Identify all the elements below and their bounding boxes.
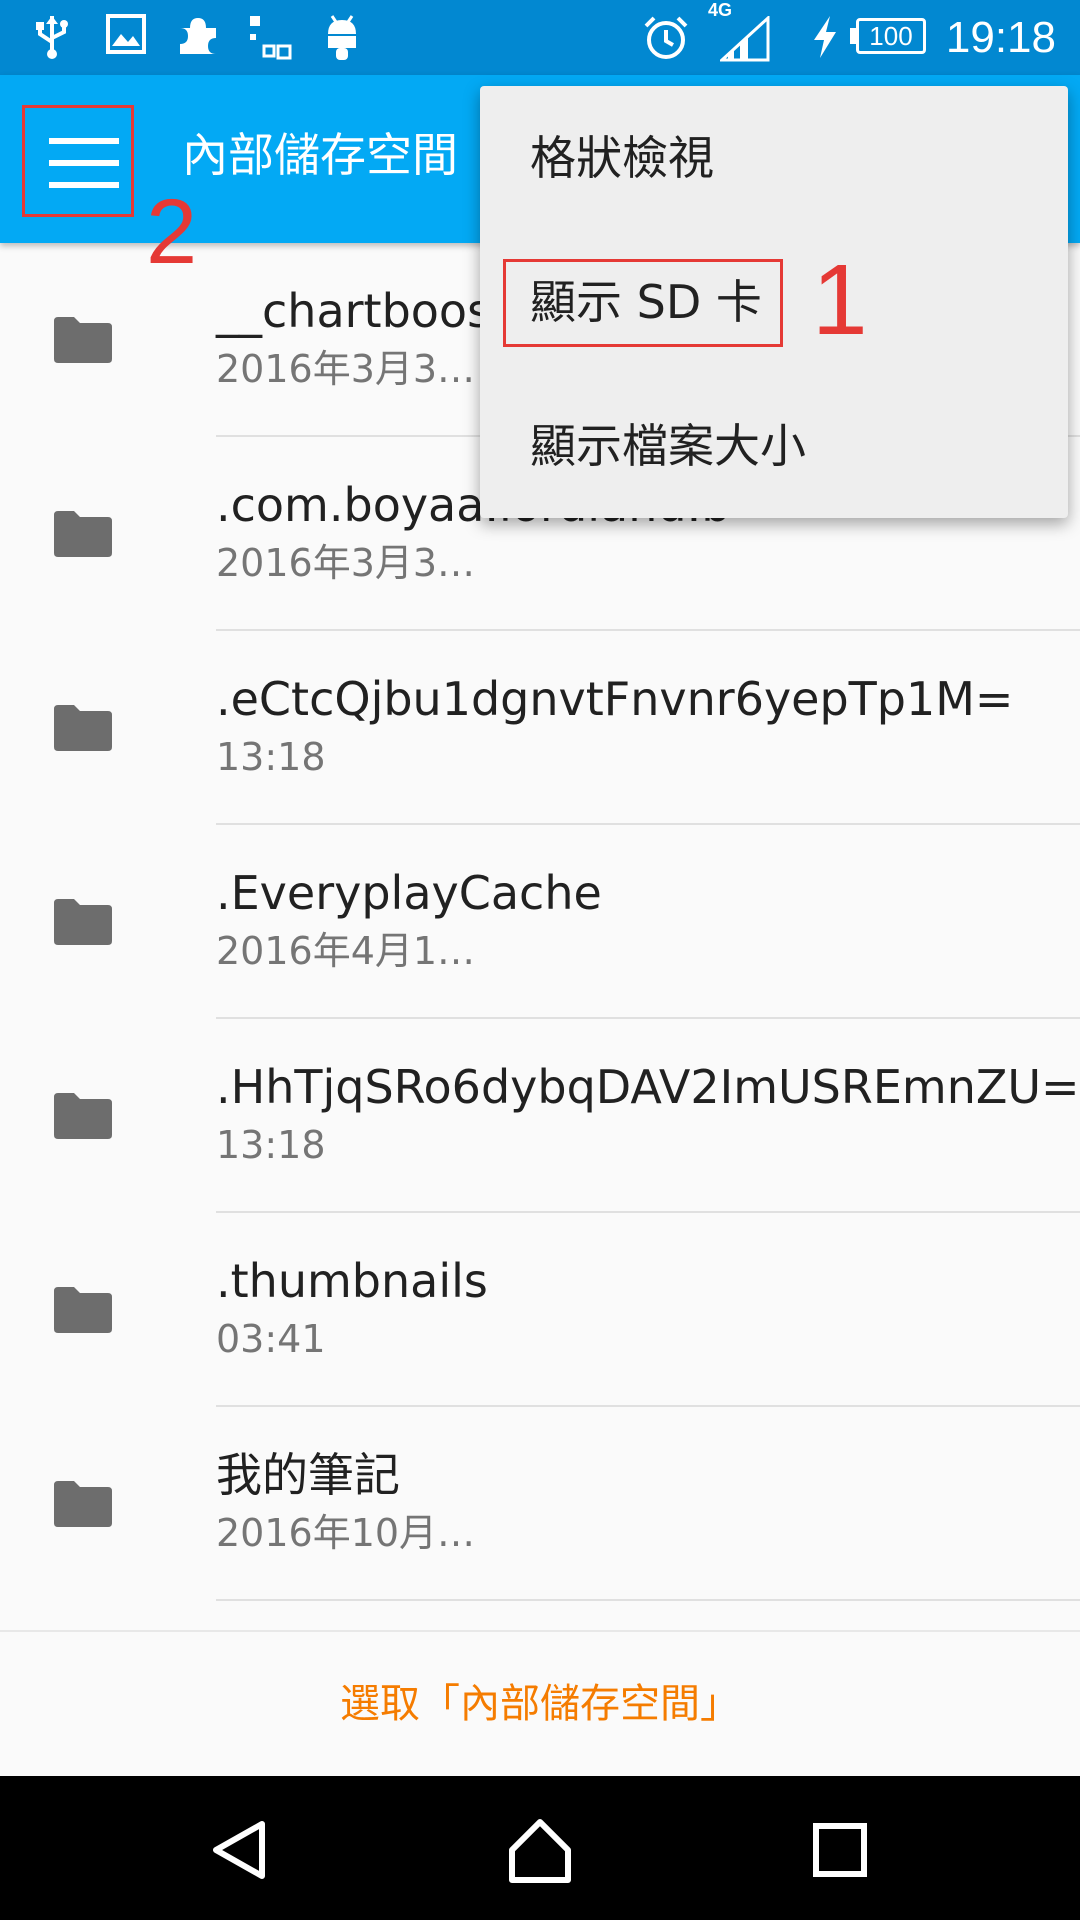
menu-item-show-file-size[interactable]: 顯示檔案大小 — [530, 416, 806, 476]
puzzle-icon — [180, 18, 216, 54]
file-name: .HhTjqSRo6dybqDAV2ImUSREmnZU= — [216, 1060, 1080, 1114]
list-item[interactable]: .eCtcQjbu1dgnvtFnvnr6yepTp1M= 13:18 — [0, 631, 1080, 825]
select-bar: 選取「內部儲存空間」 — [0, 1630, 1080, 1778]
image-icon — [106, 14, 146, 54]
folder-icon — [54, 1093, 112, 1139]
folder-icon — [54, 1481, 112, 1527]
usb-icon — [36, 16, 68, 59]
back-icon[interactable] — [202, 1810, 282, 1890]
menu-button[interactable] — [22, 105, 134, 217]
file-name: .eCtcQjbu1dgnvtFnvnr6yepTp1M= — [216, 672, 1014, 726]
file-date: 03:41 — [216, 1317, 326, 1361]
status-time: 19:18 — [945, 13, 1056, 62]
annotation-number-2: 2 — [146, 181, 198, 283]
file-name: .thumbnails — [216, 1254, 488, 1308]
file-date: 13:18 — [216, 1123, 326, 1167]
folder-icon — [54, 317, 112, 363]
file-name: __chartboost — [216, 284, 510, 338]
charging-icon — [814, 16, 836, 58]
list-item[interactable]: 我的筆記 2016年10月… — [0, 1407, 1080, 1601]
file-date: 13:18 — [216, 735, 326, 779]
page-title: 內部儲存空間 — [182, 128, 458, 182]
select-folder-button[interactable]: 選取「內部儲存空間」 — [0, 1676, 1080, 1732]
file-date: 2016年3月3… — [216, 541, 476, 585]
folder-icon — [54, 511, 112, 557]
file-date: 2016年10月… — [216, 1511, 476, 1555]
annotation-highlight-box — [503, 259, 783, 347]
signal-icon — [720, 16, 770, 62]
alarm-icon — [644, 16, 688, 59]
home-icon[interactable] — [500, 1810, 580, 1890]
file-name: 我的筆記 — [216, 1448, 400, 1502]
menu-item-grid-view[interactable]: 格狀檢視 — [530, 128, 714, 188]
navigation-bar — [0, 1776, 1080, 1920]
battery-indicator: 100 — [856, 18, 926, 54]
status-bar: 4G 100 19:18 — [0, 0, 1080, 75]
hamburger-line — [49, 160, 119, 166]
file-date: 2016年3月3… — [216, 347, 476, 391]
list-item[interactable]: .HhTjqSRo6dybqDAV2ImUSREmnZU= 13:18 — [0, 1019, 1080, 1213]
divider — [216, 1599, 1080, 1601]
file-name: .EveryplayCache — [216, 866, 602, 920]
list-item[interactable]: .EveryplayCache 2016年4月1… — [0, 825, 1080, 1019]
hamburger-icon — [49, 138, 119, 144]
recent-apps-icon[interactable] — [800, 1810, 880, 1890]
file-date: 2016年4月1… — [216, 929, 476, 973]
annotation-number-1: 1 — [812, 244, 868, 356]
hamburger-line — [49, 182, 119, 188]
share-icon — [250, 16, 292, 60]
folder-icon — [54, 899, 112, 945]
folder-icon — [54, 1287, 112, 1333]
folder-icon — [54, 705, 112, 751]
list-item[interactable]: .thumbnails 03:41 — [0, 1213, 1080, 1407]
android-icon — [328, 15, 356, 60]
